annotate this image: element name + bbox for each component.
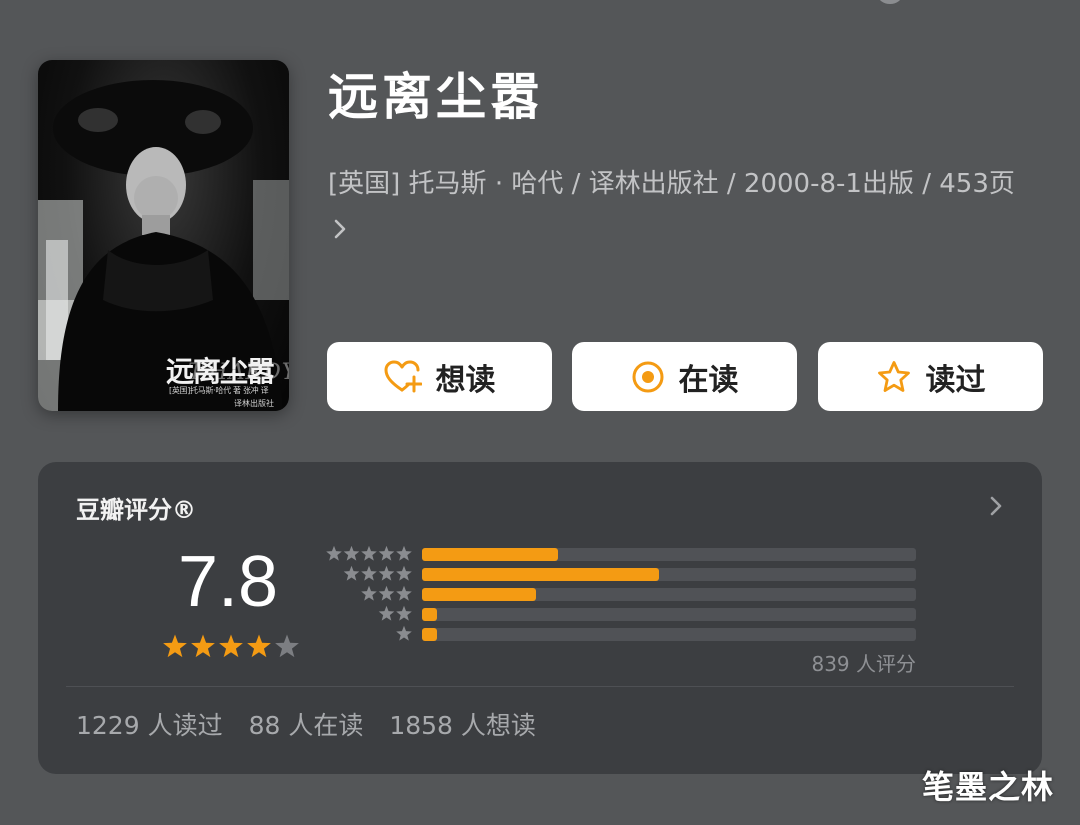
reading-label: 在读 (678, 362, 739, 398)
watermark: 笔墨之林 (922, 768, 1055, 806)
star-level-icon (396, 605, 412, 621)
rating-card[interactable]: 豆瓣评分® 7.8 839 人评分 1229 人读过 88 人在读 1858 人… (38, 462, 1042, 774)
cover-title: 远离尘嚣 (166, 355, 275, 388)
rating-bar-fill (422, 608, 437, 621)
star-level-icon (361, 585, 377, 601)
rating-bar-fill (422, 628, 437, 641)
star-level-icon (378, 585, 395, 601)
rating-bar-track (422, 568, 916, 581)
target-circle-icon (631, 360, 665, 394)
star-level-icon (378, 565, 395, 581)
reading-button[interactable]: 在读 (572, 342, 797, 411)
star-level-icon (361, 546, 377, 561)
reader-stats: 1229 人读过 88 人在读 1858 人想读 (76, 706, 536, 742)
star-level-icon (396, 546, 412, 561)
star-level-icon (396, 565, 412, 581)
top-edge-indicator (878, 0, 902, 4)
book-title: 远离尘嚣 (328, 68, 544, 126)
star-level-icon (361, 565, 377, 581)
star-outline-icon (876, 360, 912, 394)
reading-count[interactable]: 88 人在读 (249, 706, 364, 742)
star-level-icon (378, 546, 395, 561)
rating-score: 7.8 (178, 542, 279, 622)
want-to-read-button[interactable]: 想读 (327, 342, 552, 411)
rating-count: 839 人评分 (811, 652, 916, 676)
star-level-icon (396, 585, 412, 601)
star-filled-icon (191, 634, 215, 658)
rating-bar-fill (422, 568, 659, 581)
star-level-icon (396, 625, 412, 641)
rating-bar-track (422, 588, 916, 601)
want-count[interactable]: 1858 人想读 (389, 706, 536, 742)
book-meta-text: [英国] 托马斯 · 哈代 / 译林出版社 / 2000-8-1出版 / 453… (328, 169, 1015, 199)
heart-plus-icon (384, 360, 422, 394)
star-level-labels (326, 546, 412, 641)
star-empty-icon (275, 634, 299, 658)
chevron-right-icon[interactable] (988, 494, 1004, 522)
rating-bar-track (422, 628, 916, 641)
cover-author-line: [英国]托马斯·哈代 著 张冲 译 (169, 386, 269, 395)
star-filled-icon (247, 634, 271, 658)
star-filled-icon (219, 634, 243, 658)
chevron-right-icon (332, 215, 348, 245)
book-meta-link[interactable]: [英国] 托马斯 · 哈代 / 译林出版社 / 2000-8-1出版 / 453… (328, 161, 1028, 253)
rating-stars (163, 634, 299, 658)
rating-bar-track (422, 608, 916, 621)
star-level-icon (343, 546, 360, 561)
rating-heading: 豆瓣评分® (76, 496, 196, 524)
rating-bar-track (422, 548, 916, 561)
star-level-icon (343, 565, 360, 581)
star-level-icon (326, 546, 342, 561)
rating-bar-fill (422, 548, 558, 561)
have-read-button[interactable]: 读过 (818, 342, 1043, 411)
book-cover[interactable]: T.HARDY 远离尘嚣 [英国]托马斯·哈代 著 张冲 译 译林出版社 (38, 60, 289, 411)
have-read-label: 读过 (925, 362, 986, 398)
cover-publisher-line: 译林出版社 (234, 399, 274, 408)
star-level-icon (378, 605, 395, 621)
want-to-read-label: 想读 (435, 362, 496, 398)
read-count[interactable]: 1229 人读过 (76, 706, 223, 742)
rating-bar-fill (422, 588, 536, 601)
divider (66, 686, 1014, 687)
star-filled-icon (163, 634, 187, 658)
